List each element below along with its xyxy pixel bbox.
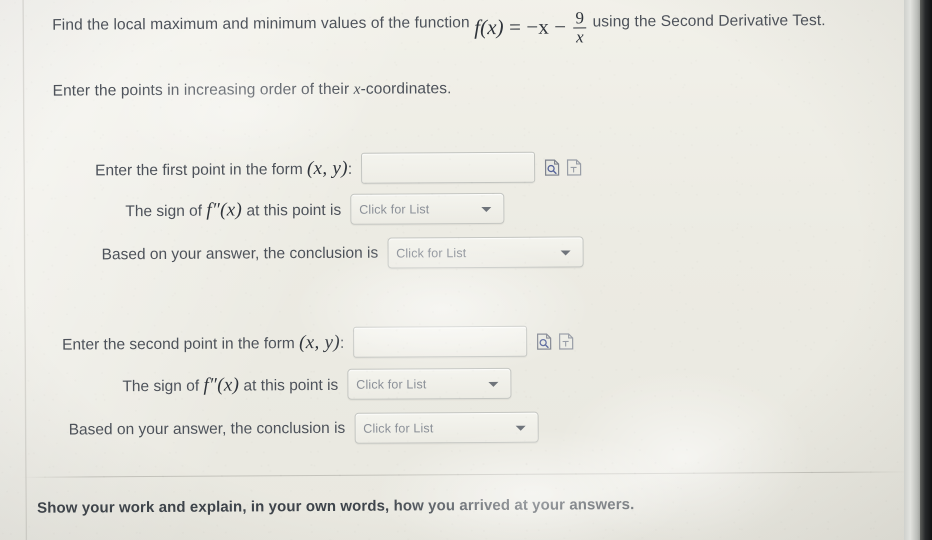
assignment-page: Find the local maximum and minimum value… — [0, 0, 924, 540]
chevron-down-icon — [515, 425, 526, 431]
first-point-label-colon: : — [347, 160, 353, 178]
second-point-sign-dropdown-value: Click for List — [356, 376, 427, 392]
prompt-text-tail: using the Second Derivative Test. — [592, 12, 826, 31]
second-point-tool-icons — [536, 332, 574, 350]
first-point-sign-label-lead: The sign of — [125, 202, 203, 220]
chevron-down-icon — [560, 249, 571, 256]
first-point-label: Enter the first point in the form (x, y)… — [95, 157, 352, 181]
equation-preview-icon[interactable] — [544, 158, 560, 176]
second-point-row: Enter the second point in the form (x, y… — [62, 325, 574, 359]
second-derivative-notation: f″(x) — [203, 373, 240, 396]
first-point-tool-icons — [544, 158, 582, 176]
ordering-instruction-lead: Enter the points in increasing order of … — [52, 80, 350, 100]
prompt-text-lead: Find the local maximum and minimum value… — [52, 14, 470, 34]
first-point-sign-label-tail: at this point is — [246, 201, 342, 219]
first-point-label-text: Enter the first point in the form — [95, 160, 303, 179]
section-divider — [20, 471, 909, 478]
fraction-nine-over-x: 9 x — [573, 8, 587, 46]
function-arguments: (x) — [480, 15, 504, 40]
second-point-conclusion-label: Based on your answer, the conclusion is — [68, 419, 346, 439]
second-point-label-colon: : — [339, 334, 345, 352]
function-expression: f(x) = −x − 9 x — [474, 8, 588, 47]
screen-photo: Find the local maximum and minimum value… — [0, 0, 932, 540]
first-point-input[interactable] — [361, 151, 536, 184]
second-point-input[interactable] — [353, 325, 528, 358]
first-point-conclusion-row: Based on your answer, the conclusion is … — [102, 236, 584, 270]
function-equals-rhs: = −x − — [508, 14, 567, 39]
first-point-sign-label: The sign of f″(x) at this point is — [125, 198, 341, 221]
first-point-conclusion-dropdown-value: Click for List — [396, 245, 467, 261]
symbol-palette-icon[interactable] — [566, 158, 582, 176]
second-point-conclusion-dropdown[interactable]: Click for List — [354, 411, 539, 444]
first-point-sign-dropdown[interactable]: Click for List — [350, 192, 505, 225]
second-point-sign-row: The sign of f″(x) at this point is Click… — [122, 367, 512, 401]
first-point-sign-dropdown-value: Click for List — [359, 201, 430, 217]
first-point-row: Enter the first point in the form (x, y)… — [95, 151, 582, 185]
question-content: Find the local maximum and minimum value… — [0, 0, 923, 540]
second-point-sign-label-tail: at this point is — [243, 376, 339, 394]
second-point-conclusion-dropdown-value: Click for List — [363, 420, 434, 436]
first-point-label-math: (x, y) — [306, 157, 348, 179]
show-work-instruction: Show your work and explain, in your own … — [37, 496, 635, 517]
chevron-down-icon — [481, 206, 492, 212]
equation-preview-icon[interactable] — [536, 332, 552, 350]
ordering-instruction: Enter the points in increasing order of … — [53, 76, 653, 104]
symbol-palette-icon[interactable] — [558, 332, 574, 350]
second-point-label: Enter the second point in the form (x, y… — [62, 331, 344, 355]
fraction-denominator: x — [573, 27, 587, 46]
second-point-sign-label-lead: The sign of — [122, 377, 200, 395]
monitor-bezel — [920, 0, 932, 540]
second-point-label-math: (x, y) — [299, 331, 340, 353]
first-point-conclusion-dropdown[interactable]: Click for List — [387, 236, 584, 269]
second-point-label-text: Enter the second point in the form — [62, 334, 295, 354]
second-point-sign-dropdown[interactable]: Click for List — [347, 367, 512, 400]
second-point-conclusion-row: Based on your answer, the conclusion is … — [68, 411, 539, 446]
ordering-instruction-tail: -coordinates. — [360, 80, 452, 98]
fraction-numerator: 9 — [575, 8, 585, 28]
first-point-sign-row: The sign of f″(x) at this point is Click… — [125, 192, 505, 226]
question-prompt: Find the local maximum and minimum value… — [52, 8, 882, 51]
chevron-down-icon — [488, 381, 499, 387]
first-point-conclusion-label: Based on your answer, the conclusion is — [101, 244, 379, 263]
second-derivative-notation: f″(x) — [206, 198, 243, 221]
second-point-sign-label: The sign of f″(x) at this point is — [122, 373, 338, 396]
